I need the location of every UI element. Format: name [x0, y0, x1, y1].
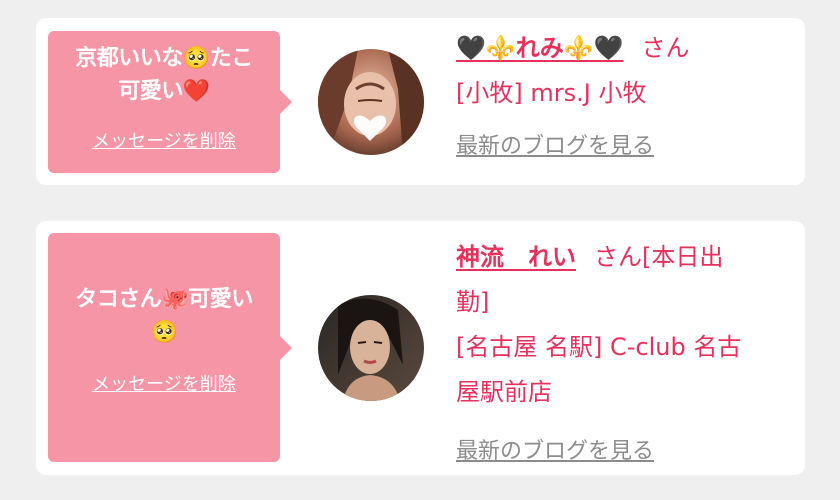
latest-blog-link[interactable]: 最新のブログを見る	[456, 429, 654, 474]
message-card: 京都いいな🥺たこ 可愛い❤️ メッセージを削除 🖤⚜️れみ⚜️🖤 さん [小牧]…	[36, 18, 805, 185]
shop-info-continuation: 屋駅前店	[456, 378, 552, 406]
delete-message-link[interactable]: メッセージを削除	[92, 127, 236, 153]
message-text-line: 可愛い❤️	[118, 79, 210, 104]
message-text: タコさん🐙可愛い 🥺	[54, 283, 274, 349]
shop-info: [小牧] mrs.J 小牧	[456, 79, 647, 107]
message-text-line: タコさん🐙可愛い	[75, 287, 253, 312]
avatar[interactable]	[318, 49, 424, 155]
avatar-photo	[318, 295, 424, 401]
profile-info: 神流 れい さん[本日出 勤] [名古屋 名駅] C-club 名古 屋駅前店 最…	[456, 235, 786, 474]
latest-blog-link[interactable]: 最新のブログを見る	[456, 124, 654, 169]
honorific-continuation: 勤]	[456, 288, 490, 316]
delete-message-link[interactable]: メッセージを削除	[92, 370, 236, 396]
profile-info: 🖤⚜️れみ⚜️🖤 さん [小牧] mrs.J 小牧 最新のブログを見る	[456, 26, 786, 169]
honorific: さん	[641, 34, 690, 62]
message-text-line: 京都いいな🥺たこ	[75, 46, 253, 71]
shop-info: [名古屋 名駅] C-club 名古	[456, 333, 742, 361]
profile-name-link[interactable]: 神流 れい	[456, 243, 576, 271]
message-text-line: 🥺	[150, 320, 178, 345]
honorific: さん[本日出	[594, 243, 724, 271]
profile-name-link[interactable]: 🖤⚜️れみ⚜️🖤	[456, 34, 624, 62]
message-card: タコさん🐙可愛い 🥺 メッセージを削除 神流 れい さん[本日出 勤] [名古屋…	[36, 221, 805, 475]
message-text: 京都いいな🥺たこ 可愛い❤️	[54, 42, 274, 108]
avatar-photo	[318, 49, 424, 155]
message-bubble: 京都いいな🥺たこ 可愛い❤️ メッセージを削除	[48, 31, 292, 173]
avatar[interactable]	[318, 295, 424, 401]
message-bubble: タコさん🐙可愛い 🥺 メッセージを削除	[48, 233, 292, 462]
